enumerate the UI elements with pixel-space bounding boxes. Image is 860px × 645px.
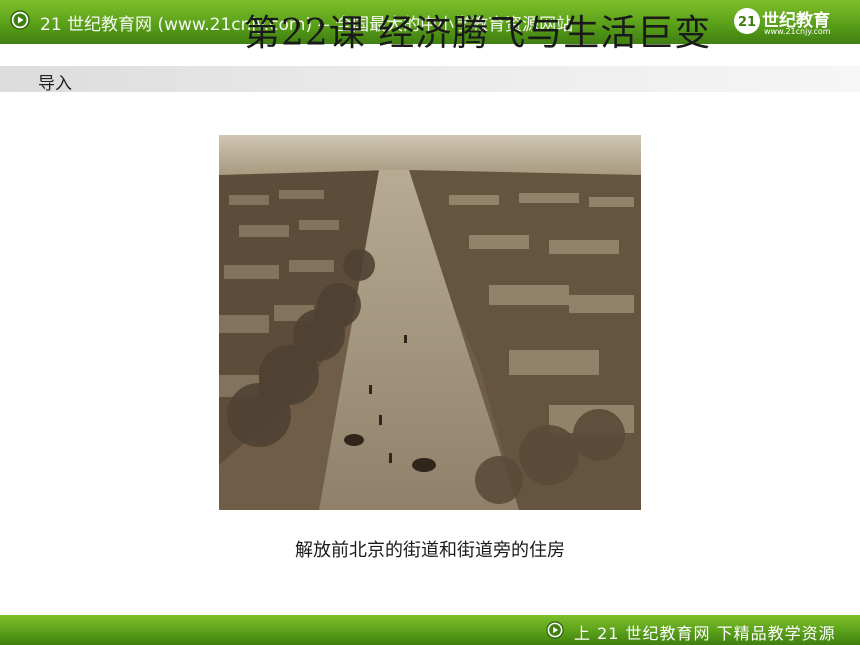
photo-caption: 解放前北京的街道和街道旁的住房 — [295, 540, 565, 561]
page-title: 第22课 经济腾飞与生活巨变 — [244, 13, 712, 54]
svg-text:21: 21 — [738, 15, 756, 30]
site-logo[interactable]: 21 世纪教育 www.21cnjy.com — [732, 4, 850, 40]
play-icon[interactable] — [10, 10, 30, 30]
section-tab: 导入 — [0, 66, 860, 94]
top-banner: 21 世纪教育网 (www.21cnjy.com) -- 全国最大的中小学教育资… — [0, 0, 860, 54]
logo-emblem-icon: 21 — [734, 8, 760, 34]
historic-street-photo — [219, 135, 641, 510]
logo-url: www.21cnjy.com — [764, 27, 831, 36]
street-photo-image — [219, 135, 641, 510]
bottom-banner: 上 21 世纪教育网 下精品教学资源 — [0, 615, 860, 645]
footer-slogan[interactable]: 上 21 世纪教育网 下精品教学资源 — [574, 620, 836, 644]
play-icon[interactable] — [546, 621, 564, 639]
section-label: 导入 — [38, 74, 72, 94]
